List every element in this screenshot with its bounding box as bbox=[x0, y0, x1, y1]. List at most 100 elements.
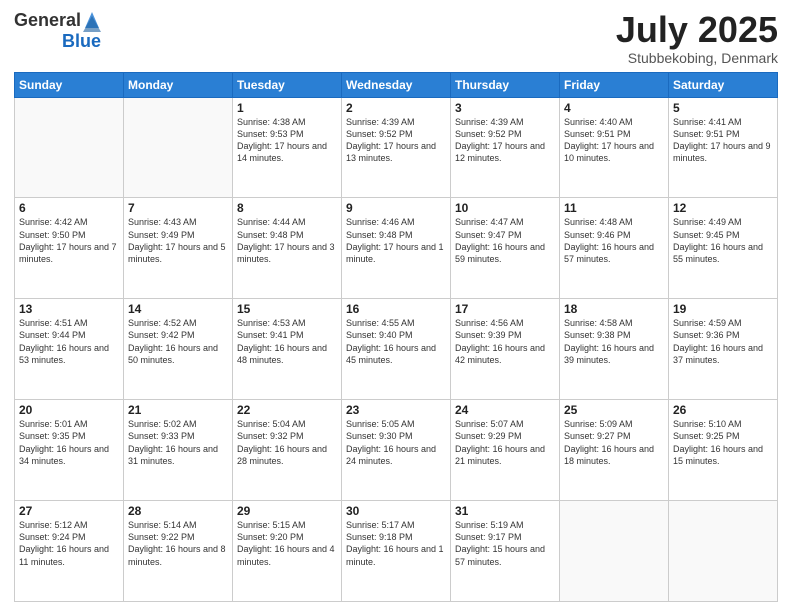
calendar-day-cell: 21Sunrise: 5:02 AM Sunset: 9:33 PM Dayli… bbox=[124, 400, 233, 501]
day-number: 17 bbox=[455, 302, 555, 316]
day-number: 24 bbox=[455, 403, 555, 417]
calendar-day-cell: 1Sunrise: 4:38 AM Sunset: 9:53 PM Daylig… bbox=[233, 97, 342, 198]
calendar-week-row: 6Sunrise: 4:42 AM Sunset: 9:50 PM Daylig… bbox=[15, 198, 778, 299]
day-number: 6 bbox=[19, 201, 119, 215]
calendar-day-cell: 27Sunrise: 5:12 AM Sunset: 9:24 PM Dayli… bbox=[15, 501, 124, 602]
calendar-day-cell bbox=[15, 97, 124, 198]
calendar-day-cell: 22Sunrise: 5:04 AM Sunset: 9:32 PM Dayli… bbox=[233, 400, 342, 501]
day-info: Sunrise: 5:15 AM Sunset: 9:20 PM Dayligh… bbox=[237, 519, 337, 568]
calendar-day-header: Tuesday bbox=[233, 72, 342, 97]
day-number: 31 bbox=[455, 504, 555, 518]
day-number: 5 bbox=[673, 101, 773, 115]
calendar-day-cell: 7Sunrise: 4:43 AM Sunset: 9:49 PM Daylig… bbox=[124, 198, 233, 299]
day-number: 15 bbox=[237, 302, 337, 316]
day-number: 13 bbox=[19, 302, 119, 316]
calendar-day-cell: 23Sunrise: 5:05 AM Sunset: 9:30 PM Dayli… bbox=[342, 400, 451, 501]
calendar-week-row: 13Sunrise: 4:51 AM Sunset: 9:44 PM Dayli… bbox=[15, 299, 778, 400]
calendar-day-cell: 17Sunrise: 4:56 AM Sunset: 9:39 PM Dayli… bbox=[451, 299, 560, 400]
day-number: 9 bbox=[346, 201, 446, 215]
logo-icon bbox=[83, 10, 101, 32]
day-info: Sunrise: 4:38 AM Sunset: 9:53 PM Dayligh… bbox=[237, 116, 337, 165]
day-info: Sunrise: 4:58 AM Sunset: 9:38 PM Dayligh… bbox=[564, 317, 664, 366]
calendar-day-cell: 31Sunrise: 5:19 AM Sunset: 9:17 PM Dayli… bbox=[451, 501, 560, 602]
calendar-day-cell: 3Sunrise: 4:39 AM Sunset: 9:52 PM Daylig… bbox=[451, 97, 560, 198]
day-info: Sunrise: 4:40 AM Sunset: 9:51 PM Dayligh… bbox=[564, 116, 664, 165]
calendar-day-header: Wednesday bbox=[342, 72, 451, 97]
logo: General Blue bbox=[14, 10, 101, 52]
calendar-day-cell: 26Sunrise: 5:10 AM Sunset: 9:25 PM Dayli… bbox=[669, 400, 778, 501]
calendar-day-cell: 4Sunrise: 4:40 AM Sunset: 9:51 PM Daylig… bbox=[560, 97, 669, 198]
calendar-day-header: Monday bbox=[124, 72, 233, 97]
day-number: 11 bbox=[564, 201, 664, 215]
day-info: Sunrise: 4:46 AM Sunset: 9:48 PM Dayligh… bbox=[346, 216, 446, 265]
calendar-day-cell bbox=[124, 97, 233, 198]
calendar-day-cell: 11Sunrise: 4:48 AM Sunset: 9:46 PM Dayli… bbox=[560, 198, 669, 299]
logo-blue-text: Blue bbox=[62, 32, 101, 52]
calendar-day-cell: 9Sunrise: 4:46 AM Sunset: 9:48 PM Daylig… bbox=[342, 198, 451, 299]
calendar-day-cell: 28Sunrise: 5:14 AM Sunset: 9:22 PM Dayli… bbox=[124, 501, 233, 602]
day-info: Sunrise: 4:42 AM Sunset: 9:50 PM Dayligh… bbox=[19, 216, 119, 265]
calendar-day-cell: 12Sunrise: 4:49 AM Sunset: 9:45 PM Dayli… bbox=[669, 198, 778, 299]
day-info: Sunrise: 4:53 AM Sunset: 9:41 PM Dayligh… bbox=[237, 317, 337, 366]
day-number: 19 bbox=[673, 302, 773, 316]
day-info: Sunrise: 4:39 AM Sunset: 9:52 PM Dayligh… bbox=[455, 116, 555, 165]
day-number: 7 bbox=[128, 201, 228, 215]
day-info: Sunrise: 4:44 AM Sunset: 9:48 PM Dayligh… bbox=[237, 216, 337, 265]
calendar-day-cell: 20Sunrise: 5:01 AM Sunset: 9:35 PM Dayli… bbox=[15, 400, 124, 501]
calendar-day-header: Thursday bbox=[451, 72, 560, 97]
calendar-day-cell bbox=[669, 501, 778, 602]
location: Stubbekobing, Denmark bbox=[616, 50, 778, 66]
day-info: Sunrise: 4:51 AM Sunset: 9:44 PM Dayligh… bbox=[19, 317, 119, 366]
day-number: 12 bbox=[673, 201, 773, 215]
calendar-day-cell: 18Sunrise: 4:58 AM Sunset: 9:38 PM Dayli… bbox=[560, 299, 669, 400]
day-info: Sunrise: 5:14 AM Sunset: 9:22 PM Dayligh… bbox=[128, 519, 228, 568]
day-info: Sunrise: 5:02 AM Sunset: 9:33 PM Dayligh… bbox=[128, 418, 228, 467]
day-info: Sunrise: 4:49 AM Sunset: 9:45 PM Dayligh… bbox=[673, 216, 773, 265]
calendar-day-cell: 14Sunrise: 4:52 AM Sunset: 9:42 PM Dayli… bbox=[124, 299, 233, 400]
day-info: Sunrise: 4:39 AM Sunset: 9:52 PM Dayligh… bbox=[346, 116, 446, 165]
calendar-table: SundayMondayTuesdayWednesdayThursdayFrid… bbox=[14, 72, 778, 602]
day-info: Sunrise: 4:43 AM Sunset: 9:49 PM Dayligh… bbox=[128, 216, 228, 265]
day-info: Sunrise: 4:56 AM Sunset: 9:39 PM Dayligh… bbox=[455, 317, 555, 366]
day-number: 16 bbox=[346, 302, 446, 316]
day-info: Sunrise: 4:47 AM Sunset: 9:47 PM Dayligh… bbox=[455, 216, 555, 265]
calendar-day-cell: 6Sunrise: 4:42 AM Sunset: 9:50 PM Daylig… bbox=[15, 198, 124, 299]
day-info: Sunrise: 5:05 AM Sunset: 9:30 PM Dayligh… bbox=[346, 418, 446, 467]
day-number: 2 bbox=[346, 101, 446, 115]
header: General Blue July 2025 Stubbekobing, Den… bbox=[14, 10, 778, 66]
day-number: 28 bbox=[128, 504, 228, 518]
day-number: 21 bbox=[128, 403, 228, 417]
calendar-day-cell: 5Sunrise: 4:41 AM Sunset: 9:51 PM Daylig… bbox=[669, 97, 778, 198]
day-number: 30 bbox=[346, 504, 446, 518]
day-info: Sunrise: 4:52 AM Sunset: 9:42 PM Dayligh… bbox=[128, 317, 228, 366]
title-area: July 2025 Stubbekobing, Denmark bbox=[616, 10, 778, 66]
calendar-day-header: Sunday bbox=[15, 72, 124, 97]
calendar-header-row: SundayMondayTuesdayWednesdayThursdayFrid… bbox=[15, 72, 778, 97]
calendar-day-cell: 29Sunrise: 5:15 AM Sunset: 9:20 PM Dayli… bbox=[233, 501, 342, 602]
day-number: 3 bbox=[455, 101, 555, 115]
day-number: 25 bbox=[564, 403, 664, 417]
calendar-day-cell: 13Sunrise: 4:51 AM Sunset: 9:44 PM Dayli… bbox=[15, 299, 124, 400]
day-info: Sunrise: 5:09 AM Sunset: 9:27 PM Dayligh… bbox=[564, 418, 664, 467]
day-number: 23 bbox=[346, 403, 446, 417]
calendar-day-cell: 25Sunrise: 5:09 AM Sunset: 9:27 PM Dayli… bbox=[560, 400, 669, 501]
calendar-day-cell: 30Sunrise: 5:17 AM Sunset: 9:18 PM Dayli… bbox=[342, 501, 451, 602]
day-number: 8 bbox=[237, 201, 337, 215]
calendar-week-row: 27Sunrise: 5:12 AM Sunset: 9:24 PM Dayli… bbox=[15, 501, 778, 602]
calendar-day-header: Saturday bbox=[669, 72, 778, 97]
day-number: 26 bbox=[673, 403, 773, 417]
calendar-day-cell: 19Sunrise: 4:59 AM Sunset: 9:36 PM Dayli… bbox=[669, 299, 778, 400]
day-number: 29 bbox=[237, 504, 337, 518]
day-info: Sunrise: 5:19 AM Sunset: 9:17 PM Dayligh… bbox=[455, 519, 555, 568]
day-number: 20 bbox=[19, 403, 119, 417]
day-info: Sunrise: 5:01 AM Sunset: 9:35 PM Dayligh… bbox=[19, 418, 119, 467]
calendar-day-cell: 16Sunrise: 4:55 AM Sunset: 9:40 PM Dayli… bbox=[342, 299, 451, 400]
day-number: 27 bbox=[19, 504, 119, 518]
calendar-day-header: Friday bbox=[560, 72, 669, 97]
calendar-week-row: 20Sunrise: 5:01 AM Sunset: 9:35 PM Dayli… bbox=[15, 400, 778, 501]
calendar-day-cell: 15Sunrise: 4:53 AM Sunset: 9:41 PM Dayli… bbox=[233, 299, 342, 400]
day-info: Sunrise: 4:48 AM Sunset: 9:46 PM Dayligh… bbox=[564, 216, 664, 265]
day-info: Sunrise: 5:10 AM Sunset: 9:25 PM Dayligh… bbox=[673, 418, 773, 467]
calendar-week-row: 1Sunrise: 4:38 AM Sunset: 9:53 PM Daylig… bbox=[15, 97, 778, 198]
calendar-day-cell: 10Sunrise: 4:47 AM Sunset: 9:47 PM Dayli… bbox=[451, 198, 560, 299]
